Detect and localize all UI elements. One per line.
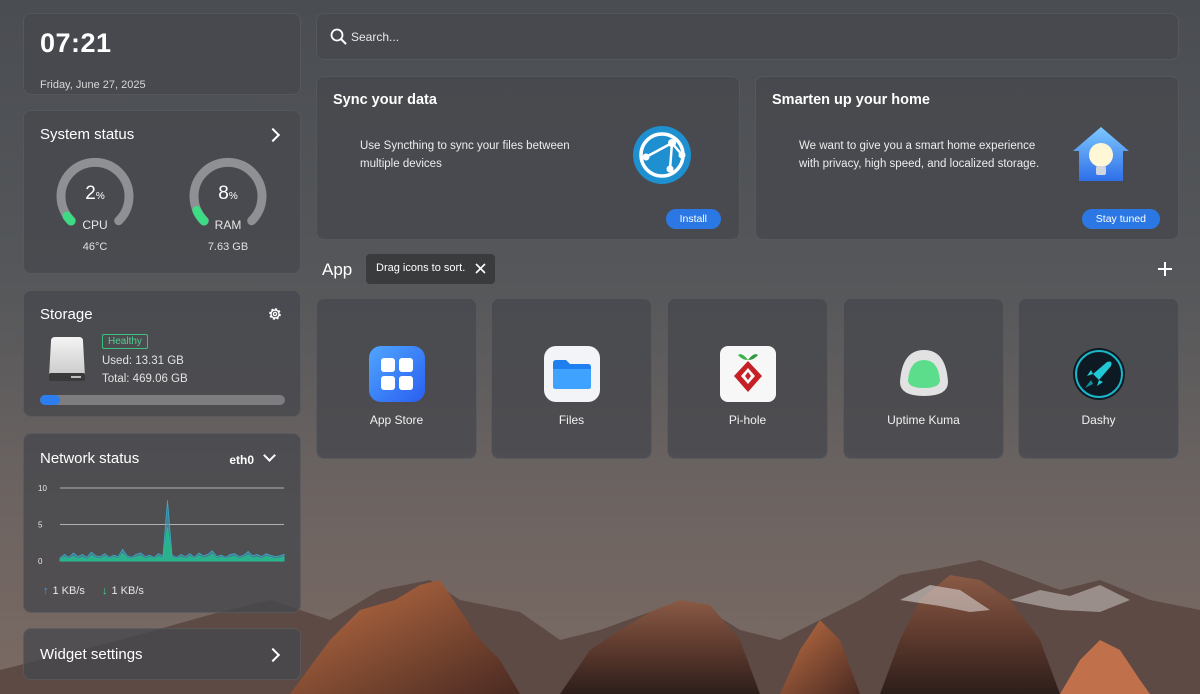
widget-settings-label: Widget settings <box>40 646 143 663</box>
health-badge: Healthy <box>102 334 148 349</box>
storage-progress-fill <box>40 395 60 405</box>
cpu-temperature: 46°C <box>82 241 108 253</box>
app-tile-dashy[interactable]: Dashy <box>1018 298 1179 459</box>
cpu-label: CPU <box>82 218 108 232</box>
chevron-right-icon[interactable] <box>265 127 281 143</box>
sync-promo-title: Sync your data <box>333 92 437 108</box>
ram-value: 8 <box>218 183 229 204</box>
stay-tuned-button[interactable]: Stay tuned <box>1081 209 1160 229</box>
uptime-kuma-icon <box>900 350 948 396</box>
pihole-icon <box>720 346 776 402</box>
search-input[interactable] <box>351 27 1131 47</box>
storage-total: Total: 469.06 GB <box>102 373 188 385</box>
app-store-icon <box>369 346 425 402</box>
app-tile-pi-hole[interactable]: Pi-hole <box>667 298 828 459</box>
app-tile-uptime-kuma[interactable]: Uptime Kuma <box>843 298 1004 459</box>
smart-home-promo-title: Smarten up your home <box>772 92 930 108</box>
storage-widget: Storage Healthy Used: 13.31 GB Total: 46… <box>23 290 301 417</box>
syncthing-icon <box>633 126 691 184</box>
search-icon <box>330 28 347 45</box>
chart-y-tick-label: 10 <box>38 484 47 493</box>
clock-widget: 07:21 Friday, June 27, 2025 <box>23 13 301 95</box>
chart-series-area <box>59 500 285 562</box>
network-status-widget: Network status eth0 10 5 0 ↑ 1 KB/s ↓ 1 KB/s <box>23 433 301 613</box>
upload-arrow-icon: ↑ <box>43 585 49 597</box>
chart-y-tick-label: 5 <box>38 521 43 530</box>
download-arrow-icon: ↓ <box>102 585 108 597</box>
sync-promo-card: Sync your data Use Syncthing to sync you… <box>316 76 740 240</box>
app-tile-files[interactable]: Files <box>491 298 652 459</box>
app-section-title: App <box>322 260 353 279</box>
gear-icon[interactable] <box>267 306 283 322</box>
app-name: Uptime Kuma <box>887 413 960 427</box>
cpu-value: 2 <box>85 183 96 204</box>
download-speed: ↓ 1 KB/s <box>102 585 144 597</box>
smart-home-bulb-icon <box>1073 127 1129 181</box>
disk-icon <box>49 337 85 381</box>
folder-icon <box>544 346 600 402</box>
drag-tooltip: Drag icons to sort. <box>366 254 495 284</box>
close-icon[interactable] <box>475 263 486 274</box>
install-button[interactable]: Install <box>665 209 721 229</box>
sync-promo-description: Use Syncthing to sync your files between… <box>360 140 570 170</box>
widget-settings-button[interactable]: Widget settings <box>23 628 301 680</box>
ram-usage: 7.63 GB <box>207 241 249 253</box>
chevron-down-icon[interactable] <box>263 449 276 462</box>
app-name: Pi-hole <box>728 413 767 427</box>
ram-gauge: 8% RAM <box>188 157 268 237</box>
cpu-gauge: 2% CPU <box>55 157 135 237</box>
drag-tooltip-text: Drag icons to sort. <box>376 262 466 274</box>
storage-used: Used: 13.31 GB <box>102 355 184 367</box>
app-name: Dashy <box>1081 413 1116 427</box>
smart-home-promo-card: Smarten up your home We want to give you… <box>755 76 1179 240</box>
system-status-title: System status <box>40 126 135 143</box>
network-chart: 10 5 0 <box>38 484 285 566</box>
system-status-widget[interactable]: System status 2% CPU 46°C 8% RAM 7.63 GB <box>23 110 301 274</box>
ram-label: RAM <box>214 218 242 232</box>
dashy-icon <box>1073 348 1125 400</box>
cpu-unit: % <box>95 191 105 202</box>
upload-speed-value: 1 KB/s <box>52 585 85 597</box>
upload-speed: ↑ 1 KB/s <box>43 585 85 597</box>
storage-progress-bar <box>40 395 285 405</box>
clock-date: Friday, June 27, 2025 <box>40 79 146 91</box>
app-name: App Store <box>369 413 424 427</box>
chart-y-tick-label: 0 <box>38 557 43 566</box>
network-status-title: Network status <box>40 450 140 467</box>
chevron-right-icon[interactable] <box>265 647 281 663</box>
smart-home-promo-description: We want to give you a smart home experie… <box>799 140 1040 170</box>
app-tile-app-store[interactable]: App Store <box>316 298 477 459</box>
download-speed-value: 1 KB/s <box>111 585 144 597</box>
app-name: Files <box>558 413 585 427</box>
add-app-plus-icon[interactable] <box>1157 261 1173 277</box>
search-bar[interactable] <box>316 13 1179 60</box>
storage-title: Storage <box>40 306 93 323</box>
ram-unit: % <box>228 191 238 202</box>
clock-time: 07:21 <box>40 28 112 58</box>
interface-select[interactable]: eth0 <box>229 453 254 467</box>
